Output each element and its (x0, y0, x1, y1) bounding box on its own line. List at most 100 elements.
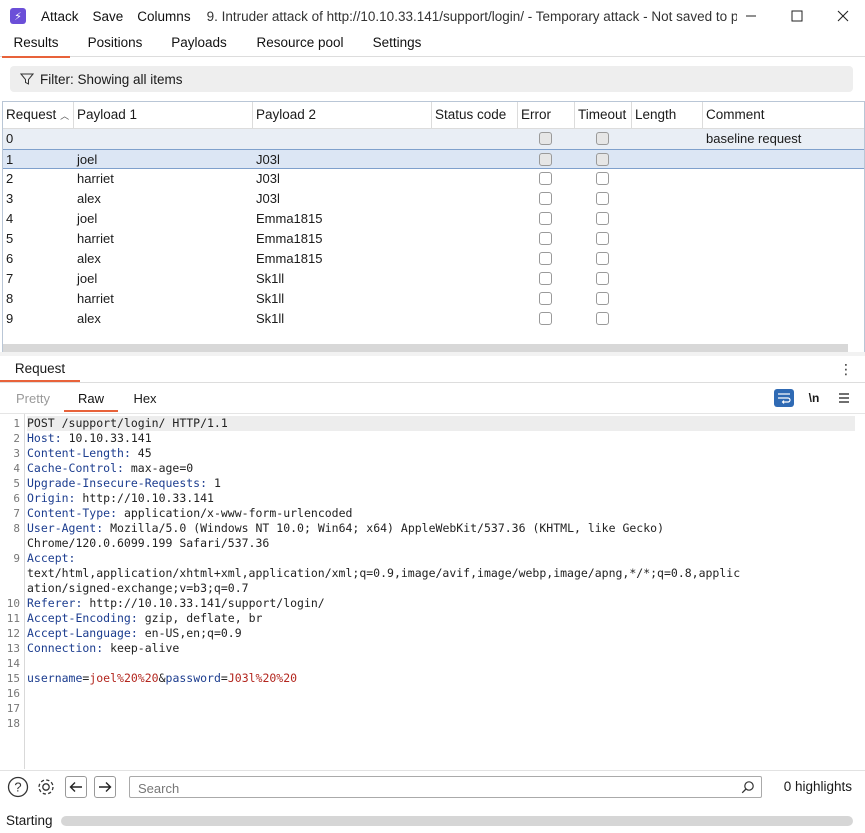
maximize-button[interactable] (774, 0, 820, 32)
minimize-icon (746, 15, 756, 17)
line-number: 7 (13, 507, 20, 520)
request-cell: 1 (6, 152, 14, 167)
code-line: text/html,application/xhtml+xml,applicat… (0, 566, 860, 581)
header-separator: : (200, 476, 214, 490)
column-length[interactable]: Length (632, 102, 703, 128)
column-error[interactable]: Error (518, 102, 575, 128)
help-button[interactable]: ? (7, 776, 29, 798)
word-wrap-button[interactable] (774, 389, 794, 407)
header-separator: : (68, 491, 83, 505)
error-checkbox (539, 192, 552, 205)
header-value: ation/signed-exchange;v=b3;q=0.7 (27, 581, 249, 595)
tab-raw[interactable]: Raw (64, 388, 118, 412)
code-line: 15 username=joel%20%20&password=J03l%20%2… (0, 671, 860, 686)
column-timeout[interactable]: Timeout (575, 102, 632, 128)
line-number: 8 (13, 522, 20, 535)
timeout-checkbox (596, 132, 609, 145)
column-status-code[interactable]: Status code (432, 102, 518, 128)
code-line: Chrome/120.0.6099.199 Safari/537.36 (0, 536, 860, 551)
table-row[interactable]: 3 alex J03l (3, 189, 864, 209)
column-payload-2[interactable]: Payload 2 (253, 102, 432, 128)
status-bar: Starting (0, 808, 865, 833)
editor-menu-button[interactable] (834, 389, 854, 407)
menu-attack[interactable]: Attack (41, 9, 79, 24)
header-value: max-age=0 (130, 461, 194, 475)
more-options-icon[interactable]: ⋮ (839, 361, 853, 378)
column-request[interactable]: Request ︿ (3, 102, 74, 128)
status-text: Starting (6, 813, 53, 828)
tab-payloads[interactable]: Payloads (166, 32, 232, 56)
results-table: Request ︿ Payload 1 Payload 2 Status cod… (2, 101, 865, 353)
horizontal-scrollbar[interactable] (3, 344, 848, 352)
comment-cell: baseline request (706, 131, 802, 146)
code-line: 10 Referer: http://10.10.33.141/support/l… (0, 596, 860, 611)
table-row[interactable]: 6 alex Emma1815 (3, 249, 864, 269)
header-separator: : (110, 506, 124, 520)
table-row[interactable]: 5 harriet Emma1815 (3, 229, 864, 249)
code-line: 1 POST /support/login/ HTTP/1.1 (0, 416, 860, 431)
body-k2: password (165, 671, 221, 685)
request-cell: 9 (6, 311, 14, 326)
table-row[interactable]: 0 baseline request (3, 129, 864, 149)
header-separator: : (54, 431, 69, 445)
highlights-count: 0 highlights (783, 779, 852, 794)
code-text: Referer: http://10.10.33.141/support/log… (27, 596, 325, 611)
code-text: Accept-Encoding: gzip, deflate, br (27, 611, 262, 626)
tab-pretty[interactable]: Pretty (6, 388, 60, 410)
code-line: 16 (0, 686, 860, 701)
search-input[interactable] (136, 779, 730, 797)
request-editor[interactable]: 1 POST /support/login/ HTTP/1.1 2 Host: 10.… (0, 413, 865, 769)
search-icon[interactable] (741, 780, 755, 794)
body-v2: J03l%20%20 (227, 671, 298, 685)
code-text: Upgrade-Insecure-Requests: 1 (27, 476, 221, 491)
show-newlines-button[interactable]: \n (804, 389, 824, 407)
tab-request[interactable]: Request (0, 357, 80, 382)
window-title: 9. Intruder attack of http://10.10.33.14… (206, 8, 737, 24)
table-row[interactable]: 9 alex Sk1ll (3, 309, 864, 329)
header-value: http://10.10.33.141 (82, 491, 214, 505)
line-number: 14 (6, 657, 20, 670)
table-row[interactable]: 4 joel Emma1815 (3, 209, 864, 229)
search-next-button[interactable] (94, 776, 116, 798)
code-line: 8 User-Agent: Mozilla/5.0 (Windows NT 10.… (0, 521, 860, 536)
attack-progress-bar (61, 816, 853, 826)
payload-2-cell: Emma1815 (256, 251, 323, 266)
error-checkbox (539, 153, 552, 166)
code-line: 4 Cache-Control: max-age=0 (0, 461, 860, 476)
header-value: Mozilla/5.0 (Windows NT 10.0; Win64; x64… (110, 521, 664, 535)
header-key: Accept (27, 551, 69, 565)
gear-icon (38, 779, 54, 795)
error-checkbox (539, 212, 552, 225)
body-eq2: = (220, 671, 228, 685)
payload-1-cell: alex (77, 251, 101, 266)
filter-bar[interactable]: Filter: Showing all items (10, 66, 853, 92)
code-text: Host: 10.10.33.141 (27, 431, 152, 446)
header-separator: : (96, 521, 111, 535)
header-value: 45 (137, 446, 152, 460)
header-value: 1 (213, 476, 221, 490)
svg-text:?: ? (14, 780, 21, 795)
table-row[interactable]: 8 harriet Sk1ll (3, 289, 864, 309)
code-text: Accept-Language: en-US,en;q=0.9 (27, 626, 242, 641)
menu-save[interactable]: Save (93, 9, 124, 24)
settings-button[interactable] (35, 776, 57, 798)
minimize-button[interactable] (728, 0, 774, 32)
menu-columns[interactable]: Columns (137, 9, 190, 24)
line-number: 4 (13, 462, 20, 475)
payload-2-cell: J03l (256, 171, 280, 186)
close-button[interactable] (820, 0, 865, 32)
tab-resource-pool[interactable]: Resource pool (250, 32, 350, 56)
table-row[interactable]: 2 harriet J03l (3, 169, 864, 189)
code-line: 12 Accept-Language: en-US,en;q=0.9 (0, 626, 860, 641)
column-comment[interactable]: Comment (703, 102, 864, 128)
column-payload-1[interactable]: Payload 1 (74, 102, 253, 128)
tab-settings[interactable]: Settings (366, 32, 428, 56)
table-row[interactable]: 1 joel J03l (3, 149, 864, 169)
header-value: en-US,en;q=0.9 (144, 626, 242, 640)
tab-hex[interactable]: Hex (118, 388, 172, 410)
panel-splitter[interactable] (0, 352, 865, 356)
tab-positions[interactable]: Positions (82, 32, 148, 56)
table-row[interactable]: 7 joel Sk1ll (3, 269, 864, 289)
search-previous-button[interactable] (65, 776, 87, 798)
tab-results[interactable]: Results (2, 32, 70, 58)
